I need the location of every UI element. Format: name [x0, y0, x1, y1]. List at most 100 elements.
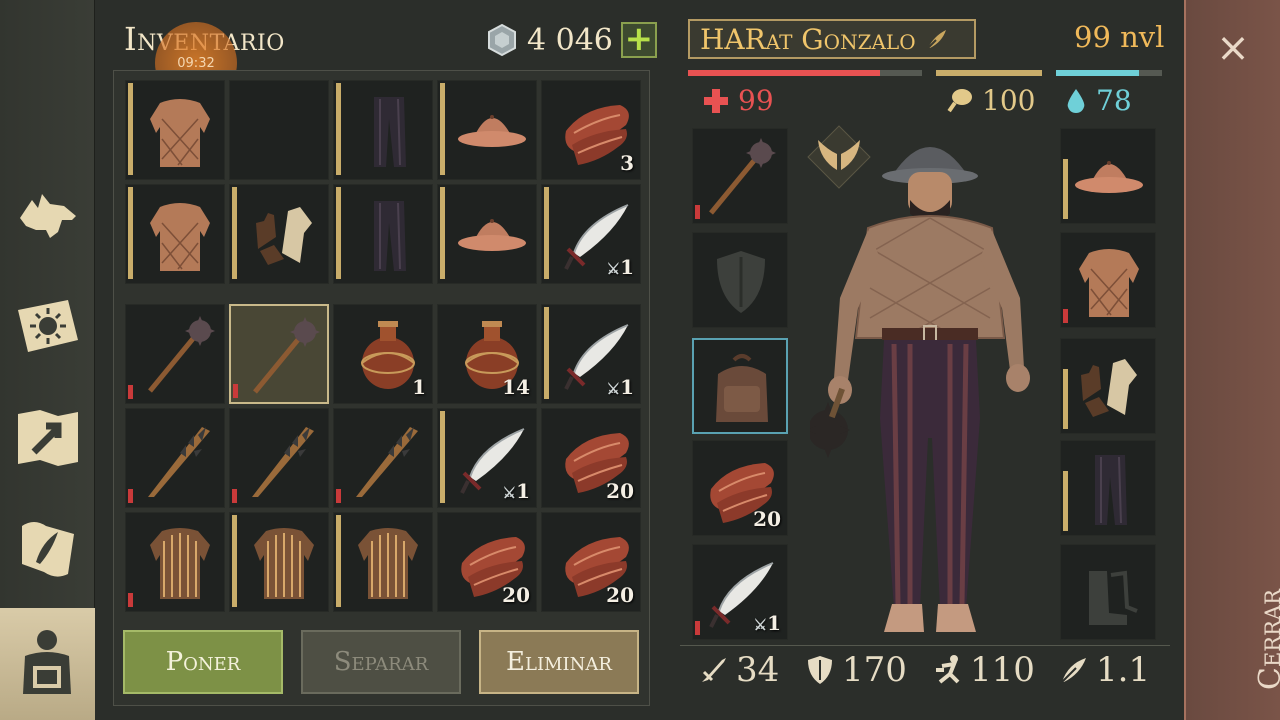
durability-bar — [544, 307, 549, 399]
inventory-slot[interactable] — [333, 408, 433, 508]
inventory-slot[interactable] — [333, 184, 433, 284]
inventory-slot[interactable] — [125, 184, 225, 284]
split-button[interactable]: Separar — [301, 630, 461, 694]
mail-shirt-icon — [358, 528, 418, 599]
item-quantity: 1 — [412, 375, 426, 399]
equipment-slot[interactable] — [1060, 338, 1156, 434]
durability-bar — [336, 515, 341, 607]
flail-mace-icon — [253, 317, 320, 394]
inventory-slot[interactable] — [125, 304, 225, 404]
equipment-slot[interactable] — [1060, 440, 1156, 536]
inventory-slot[interactable] — [437, 80, 537, 180]
inventory-slot[interactable] — [125, 408, 225, 508]
inventory-slot[interactable]: ⚔1 — [437, 408, 537, 508]
spiked-club-icon — [148, 427, 210, 497]
close-label[interactable]: Cerrar — [1253, 589, 1280, 690]
inventory-slot[interactable] — [333, 512, 433, 612]
item-quantity: 3 — [620, 151, 634, 175]
inventory-slot[interactable] — [229, 304, 329, 404]
kettle-hat-icon — [1075, 161, 1143, 193]
nav-inventory-button[interactable] — [0, 608, 95, 720]
nav-wolf-button[interactable] — [8, 176, 88, 256]
health-cross-icon — [704, 88, 728, 113]
inventory-slot[interactable]: 14 — [437, 304, 537, 404]
inventory-slot[interactable]: 20 — [541, 408, 641, 508]
kettle-hat-icon — [458, 219, 526, 251]
nav-journal-button[interactable] — [8, 286, 88, 366]
inventory-slot[interactable] — [229, 408, 329, 508]
inventory-slot[interactable] — [229, 512, 329, 612]
inventory-slot[interactable]: ⚔1 — [541, 304, 641, 404]
character-name-box[interactable]: HARat Gonzalo — [688, 19, 976, 59]
equip-button[interactable]: Poner — [123, 630, 283, 694]
item-quantity: ⚔1 — [502, 479, 530, 503]
inventory-slot[interactable]: ⚔1 — [541, 184, 641, 284]
item-quantity: 14 — [502, 375, 530, 399]
equipment-slot[interactable] — [692, 232, 788, 328]
inventory-slot[interactable] — [125, 80, 225, 180]
spiked-club-icon — [252, 427, 314, 497]
durability-bar — [336, 489, 341, 503]
scroll-quill-icon — [22, 522, 74, 577]
durability-bar — [128, 83, 133, 175]
nav-quests-button[interactable] — [8, 508, 88, 588]
delete-button[interactable]: Eliminar — [479, 630, 639, 694]
item-quantity: ⚔1 — [753, 611, 781, 635]
add-coins-button[interactable]: + — [620, 22, 657, 58]
edit-quill-icon[interactable] — [924, 26, 950, 52]
item-quantity: ⚔1 — [606, 255, 634, 279]
equipment-slot[interactable] — [1060, 232, 1156, 328]
inventory-slot[interactable] — [229, 184, 329, 284]
food-stat: 100 — [944, 84, 1035, 117]
water-stat: 78 — [1064, 84, 1132, 117]
shield-slot-icon — [717, 251, 765, 313]
armor-value: 170 — [842, 650, 907, 690]
water-value: 78 — [1096, 84, 1132, 117]
gambeson-icon — [150, 99, 210, 167]
running-speed-icon — [936, 655, 960, 684]
inventory-slot[interactable]: 3 — [541, 80, 641, 180]
dark-trousers-icon — [1095, 455, 1127, 525]
attack-value: 34 — [736, 650, 780, 690]
health-bar — [688, 70, 922, 76]
durability-bar — [544, 187, 549, 279]
equipment-slot[interactable]: 20 — [692, 440, 788, 536]
inventory-slot[interactable]: 20 — [437, 512, 537, 612]
durability-bar — [233, 384, 238, 398]
durability-bar — [232, 489, 237, 503]
character-figure — [810, 147, 1030, 632]
gambeson-icon — [150, 203, 210, 271]
equipment-slot[interactable] — [692, 128, 788, 224]
inventory-slot[interactable]: 1 — [333, 304, 433, 404]
equipment-slot[interactable]: ⚔1 — [692, 544, 788, 640]
durability-bar — [128, 489, 133, 503]
inventory-slot[interactable] — [437, 184, 537, 284]
inventory-slot[interactable] — [333, 80, 433, 180]
item-quantity: 20 — [502, 583, 530, 607]
equipment-slot[interactable] — [1060, 544, 1156, 640]
shield-armor-icon — [808, 656, 832, 684]
equipment-slot[interactable] — [692, 338, 788, 434]
close-icon[interactable]: × — [1213, 28, 1253, 68]
inventory-slot-empty[interactable] — [229, 80, 329, 180]
mail-shirt-icon — [150, 528, 210, 599]
speed-value: 110 — [970, 650, 1035, 690]
speed-stat: 110 — [932, 650, 1035, 690]
leather-gloves-icon — [1081, 359, 1137, 417]
nav-map-button[interactable] — [8, 398, 88, 478]
weight-value: 1.1 — [1096, 650, 1151, 690]
water-drop-icon — [1067, 88, 1085, 113]
durability-bar — [232, 187, 237, 279]
sword-attack-icon — [702, 658, 726, 682]
durability-bar — [440, 411, 445, 503]
equipment-slot[interactable] — [1060, 128, 1156, 224]
feather-weight-icon — [1061, 658, 1086, 683]
durability-bar — [336, 187, 341, 279]
journal-sun-icon — [18, 300, 78, 352]
item-quantity: 20 — [753, 507, 781, 531]
item-quantity: 20 — [606, 479, 634, 503]
inventory-slot[interactable] — [125, 512, 225, 612]
character-backpack-icon — [23, 630, 71, 694]
inventory-slot[interactable]: 20 — [541, 512, 641, 612]
food-bar — [936, 70, 1042, 76]
